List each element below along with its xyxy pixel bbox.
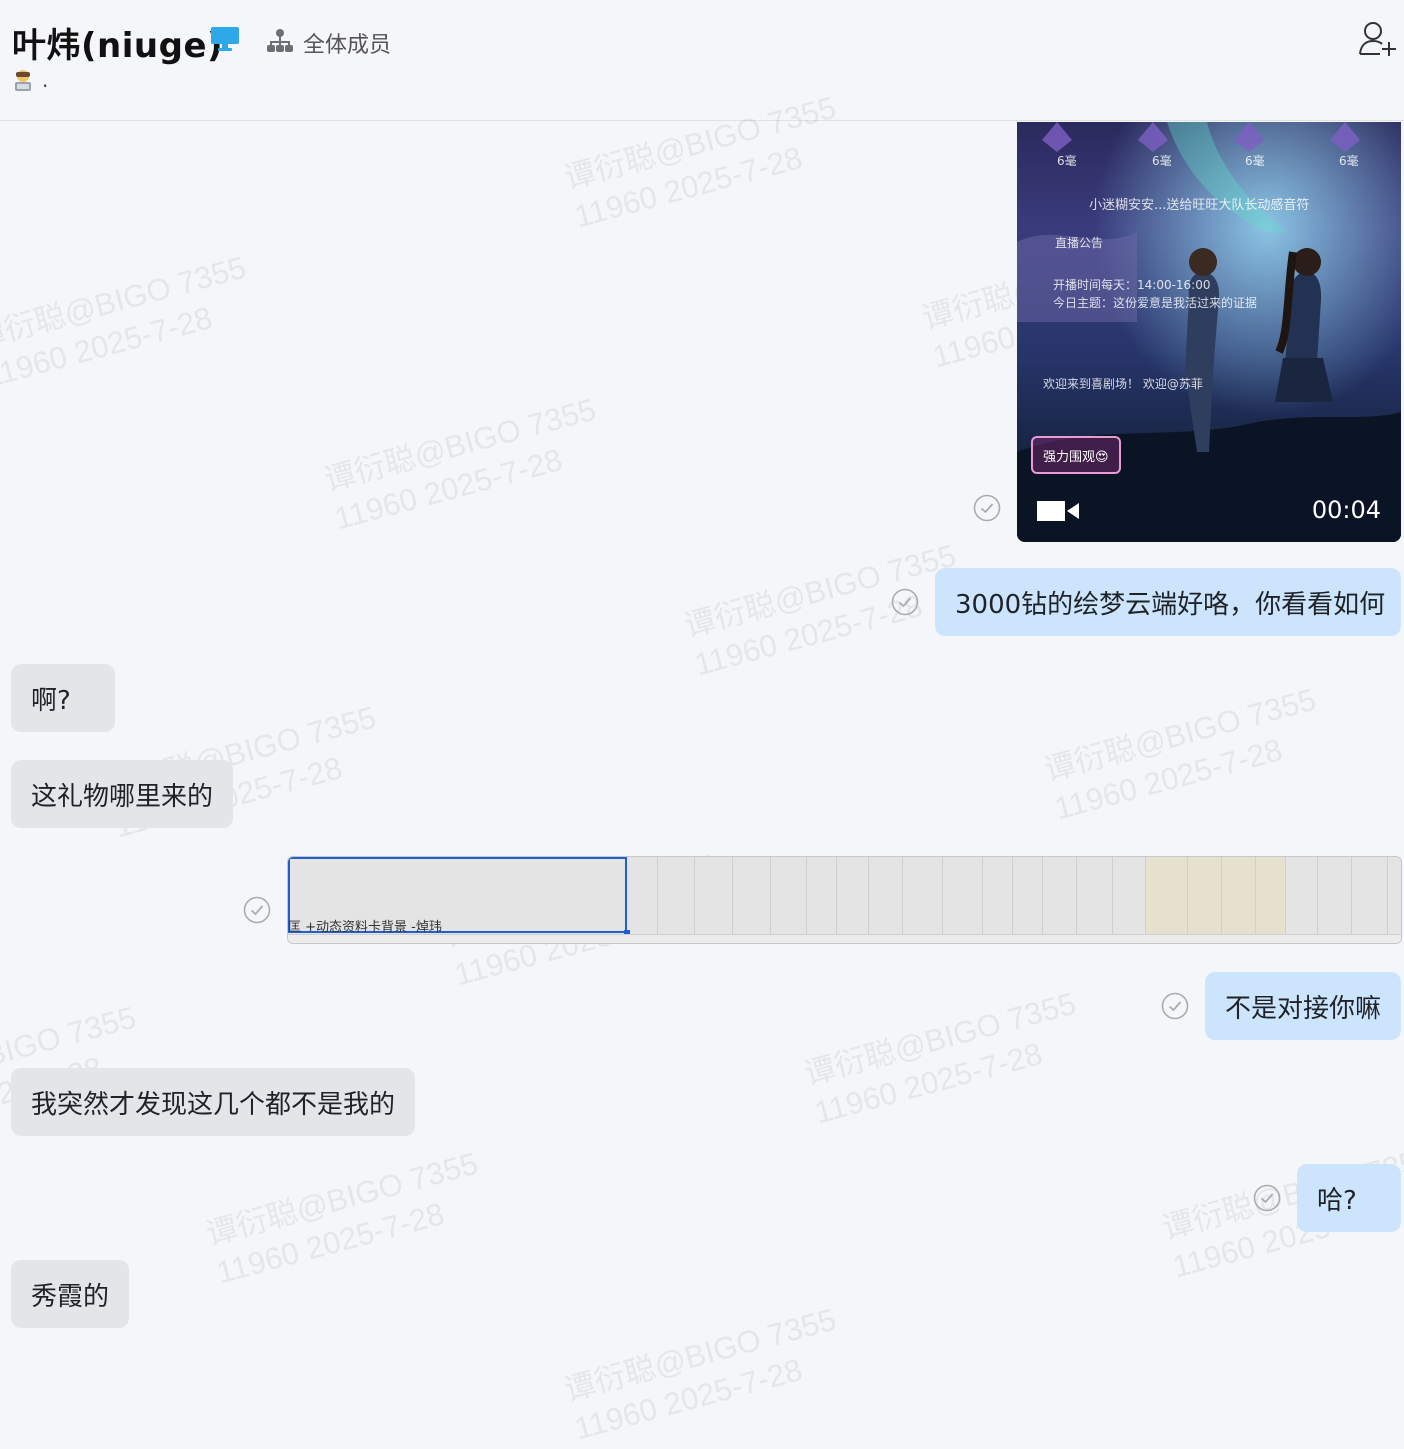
sheet-cell [1112, 857, 1146, 935]
watermark: 谭衍聪@BIGO 735511960 2025-7-28 [1040, 681, 1320, 827]
message-text: 不是对接你嘛 [1225, 993, 1382, 1024]
watermark: 谭衍聪@BIGO 735511960 2025-7-28 [0, 249, 250, 395]
watermark: 谭衍聪@BIGO 735511960 2025-7-28 [800, 985, 1080, 1131]
video-overlay-level: 6毫 [1152, 154, 1172, 168]
sheet-cell [1145, 857, 1188, 935]
video-overlay-schedule: 开播时间每天：14:00-16:00 [1053, 278, 1211, 292]
sheet-cell [806, 857, 837, 935]
read-receipt-icon [973, 494, 1001, 522]
sheet-cell [1255, 857, 1286, 935]
monitor-icon [211, 27, 239, 51]
sheet-cell [1351, 857, 1388, 935]
video-message[interactable]: 6毫 6毫 6毫 6毫 小迷糊安安...送给旺旺大队长动感音符 直播公告 开播时… [1017, 122, 1401, 542]
add-member-icon[interactable] [1358, 20, 1398, 58]
sheet-cell [902, 857, 943, 935]
video-overlay-welcome: 欢迎来到喜剧场！ 欢迎@苏菲 [1043, 377, 1203, 391]
read-receipt-icon [891, 588, 919, 616]
message-bubble-outgoing[interactable]: 3000钻的绘梦云端好咯，你看看如何 [935, 568, 1401, 636]
video-overlay-level: 6毫 [1057, 154, 1077, 168]
sheet-cell [836, 857, 869, 935]
video-overlay-topic: 今日主题：这份爱意是我活过来的证据 [1053, 296, 1258, 310]
message-bubble-incoming[interactable]: 啊? [11, 664, 115, 732]
video-overlay-tag: 强力围观😍 [1031, 436, 1121, 474]
sheet-cell [657, 857, 695, 935]
watermark: 谭衍聪@BIGO 735511960 2025-7-28 [320, 391, 600, 537]
watermark: 谭衍聪@BIGO 735511960 2025-7-28 [202, 1145, 482, 1291]
video-camera-icon [1037, 501, 1079, 521]
read-receipt-icon [1253, 1184, 1281, 1212]
sheet-cell [627, 857, 658, 935]
message-text: 3000钻的绘梦云端好咯，你看看如何 [955, 589, 1386, 620]
video-overlay-level: 6毫 [1339, 154, 1359, 168]
video-overlay-banner: 小迷糊安安...送给旺旺大队长动感音符 [1089, 198, 1310, 213]
video-duration: 00:04 [1311, 496, 1381, 524]
sheet-cell [1221, 857, 1256, 935]
sheet-caption: 匡 +动态资料卡背景 -焯玮 [288, 920, 442, 935]
sheet-cell [770, 857, 807, 935]
sheet-cell [1285, 857, 1318, 935]
video-overlay-notice: 直播公告 [1055, 236, 1104, 250]
sheet-cell [868, 857, 903, 935]
video-overlay-level: 6毫 [1245, 154, 1265, 168]
spreadsheet-preview[interactable]: 匡 +动态资料卡背景 -焯玮 [287, 856, 1402, 944]
status-line: . [12, 68, 48, 92]
sheet-cell [942, 857, 983, 935]
read-receipt-icon [243, 896, 271, 924]
sheet-cell [1317, 857, 1352, 935]
chat-header: 叶炜(niuge) 全体成员 . [0, 0, 1404, 121]
watermark: 谭衍聪@BIGO 735511960 2025-7-28 [560, 1301, 840, 1447]
read-receipt-icon [1161, 992, 1189, 1020]
sheet-cell [1076, 857, 1113, 935]
sheet-footer [288, 934, 1401, 943]
sheet-cell [1042, 857, 1077, 935]
watermark: 谭衍聪@BIGO 735511960 2025-7-28 [680, 537, 960, 683]
message-bubble-incoming[interactable]: 这礼物哪里来的 [11, 760, 233, 828]
sheet-cell [694, 857, 733, 935]
sheet-cell [732, 857, 771, 935]
sheet-cell [1012, 857, 1043, 935]
message-bubble-outgoing[interactable]: 不是对接你嘛 [1205, 972, 1401, 1040]
message-text: 秀霞的 [31, 1281, 110, 1312]
status-text: . [42, 68, 49, 92]
message-bubble-outgoing[interactable]: 哈? [1297, 1164, 1401, 1232]
message-text: 我突然才发现这几个都不是我的 [31, 1089, 396, 1120]
video-thumbnail-scene [1017, 122, 1401, 542]
message-bubble-incoming[interactable]: 我突然才发现这几个都不是我的 [11, 1068, 415, 1136]
message-text: 啊? [31, 685, 71, 716]
sheet-cell [1187, 857, 1222, 935]
sheet-cell [982, 857, 1013, 935]
message-text: 哈? [1317, 1185, 1357, 1216]
chat-title[interactable]: 叶炜(niuge) [12, 18, 223, 67]
message-text: 这礼物哪里来的 [31, 781, 214, 812]
message-bubble-incoming[interactable]: 秀霞的 [11, 1260, 129, 1328]
all-members-link[interactable]: 全体成员 [303, 27, 391, 59]
coder-emoji-icon [15, 70, 31, 91]
org-chart-icon [267, 29, 293, 52]
